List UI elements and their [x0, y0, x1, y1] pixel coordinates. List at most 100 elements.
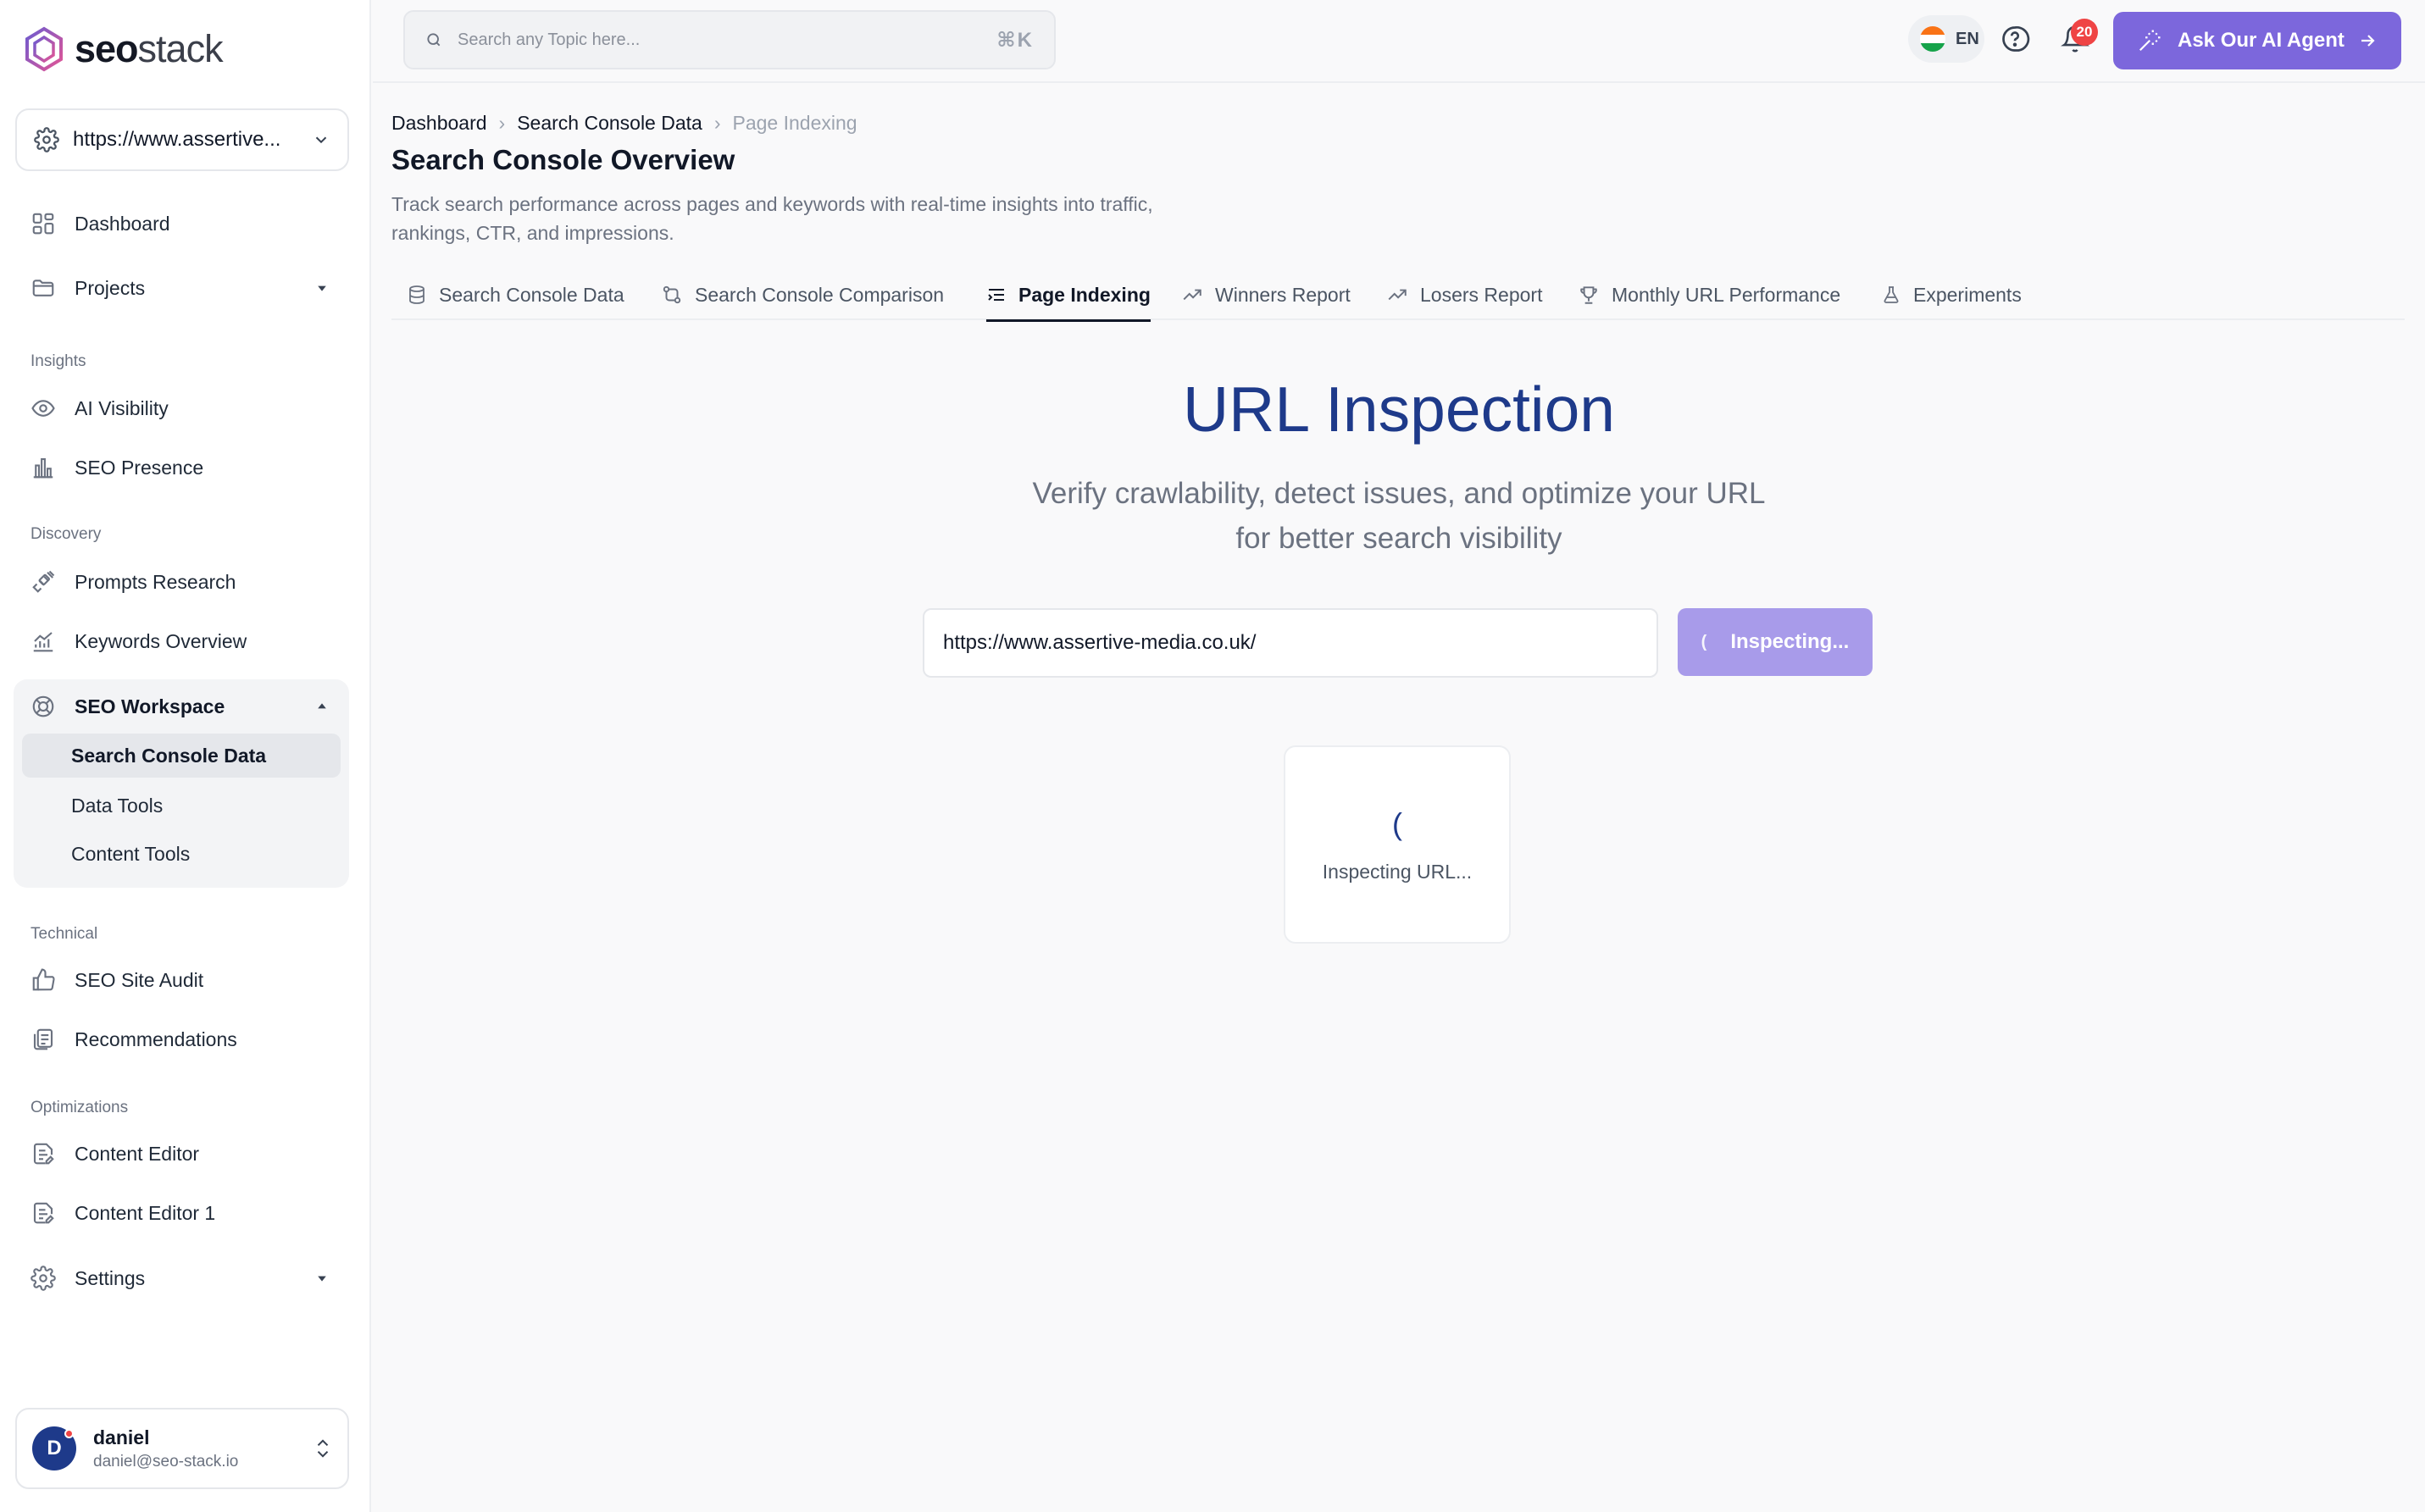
url-inspection-subtitle: Verify crawlability, detect issues, and …	[1032, 477, 1766, 555]
nav-content-editor-label: Content Editor	[75, 1142, 200, 1165]
nav-seo-workspace[interactable]: SEO Workspace	[15, 681, 349, 732]
sidebar: seostack https://www.assertive... Dashbo…	[0, 0, 371, 1512]
trophy-icon	[1580, 286, 1597, 304]
nav-ai-visibility-label: AI Visibility	[75, 396, 169, 419]
thumbs-up-icon	[32, 968, 55, 991]
global-search[interactable]: ⌘K	[403, 10, 1056, 69]
document-edit-icon	[33, 1143, 54, 1165]
ask-ai-agent-button[interactable]: Ask Our AI Agent	[2113, 12, 2401, 69]
page-title: Search Console Overview	[391, 144, 735, 175]
nav-projects[interactable]: Projects	[15, 263, 349, 313]
site-selector-url: https://www.assertive...	[73, 128, 281, 151]
tab-search-console-comparison[interactable]: Search Console Comparison	[661, 269, 944, 320]
chevron-right-icon: ›	[498, 112, 506, 134]
document-edit-icon	[33, 1202, 54, 1224]
nav-settings-label: Settings	[75, 1266, 146, 1289]
tab-losers-report[interactable]: Losers Report	[1386, 269, 1542, 320]
sub-item-content-tools[interactable]: Content Tools	[22, 832, 341, 876]
ask-ai-agent-label: Ask Our AI Agent	[2178, 29, 2345, 52]
brand-logo[interactable]: seostack	[24, 25, 224, 73]
language-selector[interactable]: EN	[1908, 15, 1984, 63]
loading-text: Inspecting URL...	[1322, 860, 1473, 883]
nav-content-editor-1[interactable]: Content Editor 1	[15, 1188, 349, 1238]
section-insights: Insights	[31, 352, 86, 370]
section-discovery: Discovery	[31, 525, 102, 543]
bar-chart-icon	[33, 457, 53, 479]
nav-settings[interactable]: Settings	[15, 1253, 349, 1304]
topbar: ⌘K EN 20 Ask Our AI Agent	[373, 0, 2425, 83]
tab-winners-report[interactable]: Winners Report	[1181, 269, 1351, 320]
nav-content-editor[interactable]: Content Editor	[15, 1128, 349, 1179]
trending-up-icon	[1183, 289, 1201, 301]
trend-chart-icon	[33, 632, 53, 652]
loading-card: ( Inspecting URL...	[1284, 745, 1511, 944]
nav-content-editor-1-label: Content Editor 1	[75, 1201, 216, 1224]
breadcrumb-dashboard[interactable]: Dashboard	[391, 112, 487, 135]
user-menu[interactable]: D daniel daniel@seo-stack.io	[15, 1408, 349, 1489]
gear-icon	[31, 1266, 56, 1291]
user-name: daniel	[93, 1426, 150, 1448]
url-input-box[interactable]	[923, 608, 1658, 678]
avatar: D	[32, 1426, 76, 1470]
help-circle-icon	[2002, 25, 2030, 52]
caret-down-icon	[318, 1276, 326, 1282]
magic-wand-icon	[2139, 30, 2161, 52]
chevron-right-icon: ›	[713, 112, 721, 134]
documents-icon	[33, 1028, 53, 1050]
caret-down-icon	[318, 285, 326, 291]
url-input[interactable]	[943, 631, 1638, 655]
spinner-icon: (	[1392, 806, 1402, 841]
eye-icon	[31, 400, 55, 417]
india-flag-icon	[1920, 26, 1945, 52]
spinner-icon: (	[1701, 632, 1707, 651]
breadcrumb-search-console-data[interactable]: Search Console Data	[517, 112, 702, 135]
site-selector[interactable]: https://www.assertive...	[15, 108, 349, 171]
grid-icon	[32, 213, 54, 235]
nav-seo-site-audit[interactable]: SEO Site Audit	[15, 955, 349, 1005]
search-icon	[427, 33, 441, 47]
nav-seo-presence[interactable]: SEO Presence	[15, 442, 349, 493]
gear-icon	[34, 127, 59, 152]
breadcrumb-current: Page Indexing	[732, 112, 857, 134]
nav-seo-site-audit-label: SEO Site Audit	[75, 968, 204, 991]
inspect-button-label: Inspecting...	[1730, 630, 1850, 653]
folder-icon	[32, 280, 54, 296]
section-technical: Technical	[31, 925, 98, 943]
database-icon	[409, 285, 425, 304]
trending-up-icon	[1388, 289, 1407, 301]
chevron-down-icon	[315, 136, 327, 144]
sub-item-data-tools[interactable]: Data Tools	[22, 784, 341, 828]
tab-bar: Search Console Data Search Console Compa…	[391, 269, 2405, 322]
notification-count-badge: 20	[2071, 19, 2098, 46]
url-inspection-title: URL Inspection	[1183, 374, 1615, 445]
tab-page-indexing[interactable]: Page Indexing	[986, 269, 1151, 322]
tab-monthly-url-performance[interactable]: Monthly URL Performance	[1578, 269, 1840, 320]
nav-keywords-overview[interactable]: Keywords Overview	[15, 616, 349, 667]
nav-keywords-overview-label: Keywords Overview	[75, 629, 247, 652]
sub-item-search-console-data[interactable]: Search Console Data	[22, 734, 341, 778]
list-indent-icon	[988, 289, 1004, 301]
caret-up-icon	[318, 703, 326, 709]
nav-ai-visibility[interactable]: AI Visibility	[15, 383, 349, 434]
lifebuoy-icon	[32, 695, 54, 717]
nav-prompts-research[interactable]: Prompts Research	[15, 557, 349, 607]
nav-dashboard[interactable]: Dashboard	[15, 198, 349, 249]
nav-projects-label: Projects	[75, 276, 146, 299]
nav-dashboard-label: Dashboard	[75, 212, 170, 235]
breadcrumb: Dashboard › Search Console Data › Page I…	[391, 112, 857, 135]
nav-seo-presence-label: SEO Presence	[75, 456, 204, 479]
search-shortcut: ⌘K	[996, 28, 1034, 52]
inspect-button[interactable]: ( Inspecting...	[1678, 608, 1873, 676]
page-description: Track search performance across pages an…	[391, 193, 1153, 244]
git-compare-icon	[663, 285, 681, 304]
logo-icon	[25, 26, 63, 72]
tab-experiments[interactable]: Experiments	[1881, 269, 2022, 320]
nav-recommendations-label: Recommendations	[75, 1027, 237, 1050]
nav-recommendations[interactable]: Recommendations	[15, 1014, 349, 1065]
tab-search-console-data[interactable]: Search Console Data	[407, 269, 624, 320]
satellite-icon	[32, 570, 55, 593]
brand-name: seostack	[75, 27, 224, 70]
search-input[interactable]	[458, 30, 997, 50]
help-button[interactable]	[2000, 24, 2030, 54]
flask-icon	[1884, 286, 1899, 303]
